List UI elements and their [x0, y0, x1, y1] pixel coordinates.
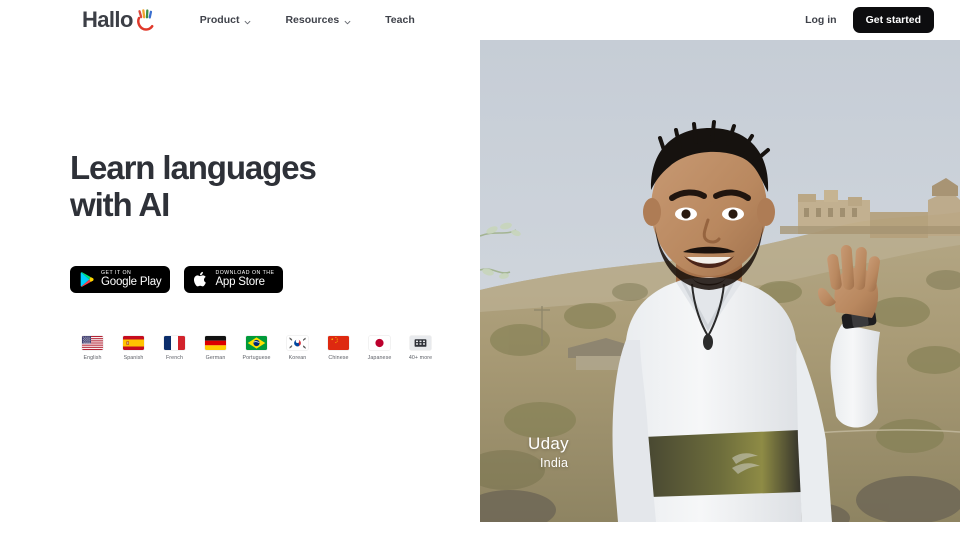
- language-item-korean[interactable]: Korean: [277, 336, 318, 361]
- language-item-chinese[interactable]: Chinese: [318, 336, 359, 361]
- app-store-badge-label: App Store: [215, 276, 265, 289]
- language-label: French: [165, 355, 184, 362]
- language-label: English: [83, 355, 102, 362]
- flag-de-icon: [205, 336, 226, 351]
- top-navigation-bar: Hallo Product Resources Teach Log in Get…: [0, 0, 960, 40]
- brand-logo[interactable]: Hallo: [82, 9, 156, 31]
- page-title: Learn languages with AI: [70, 149, 317, 223]
- google-play-badge-small-label: GET IT ON: [101, 269, 132, 276]
- caption-name: Uday: [528, 433, 569, 453]
- language-label: German: [205, 355, 226, 362]
- language-item-german[interactable]: German: [195, 336, 236, 361]
- language-label: 40+ more: [408, 355, 433, 362]
- nav-item-product[interactable]: Product: [200, 14, 252, 26]
- landing-page: Hallo Product Resources Teach Log in Get…: [0, 0, 960, 540]
- chevron-down-icon: [344, 17, 351, 24]
- nav-item-resources-label: Resources: [285, 14, 340, 26]
- more-languages-icon: [410, 336, 431, 351]
- apple-icon: [193, 271, 209, 288]
- nav-item-teach-label: Teach: [385, 14, 415, 26]
- language-item-english[interactable]: English: [72, 336, 113, 361]
- brand-wordmark: Hallo: [82, 7, 133, 32]
- hero-photo: Uday India: [480, 40, 960, 522]
- language-flags-row: English Spanish French German Portuguese…: [72, 336, 450, 361]
- flag-fr-icon: [164, 336, 185, 351]
- language-item-more[interactable]: 40+ more: [400, 336, 441, 361]
- chevron-down-icon: [244, 17, 251, 24]
- google-play-badge[interactable]: GET IT ON Google Play: [70, 266, 171, 294]
- app-store-badge-small-label: Download on the: [215, 269, 275, 276]
- hero-left-column: Learn languages with AI GET IT ON Google…: [70, 149, 450, 361]
- flag-es-icon: [123, 336, 144, 351]
- flag-jp-icon: [369, 336, 390, 351]
- language-item-japanese[interactable]: Japanese: [359, 336, 400, 361]
- waving-hand-icon: [136, 9, 156, 31]
- language-item-portuguese[interactable]: Portuguese: [236, 336, 277, 361]
- photo-caption: Uday India: [528, 434, 569, 470]
- language-label: Spanish: [123, 355, 144, 362]
- log-in-link[interactable]: Log in: [805, 14, 837, 26]
- nav-item-product-label: Product: [199, 14, 240, 26]
- app-store-badges: GET IT ON Google Play Download on the Ap…: [70, 266, 450, 294]
- language-item-french[interactable]: French: [154, 336, 195, 361]
- app-store-badge[interactable]: Download on the App Store: [184, 266, 284, 294]
- language-item-spanish[interactable]: Spanish: [113, 336, 154, 361]
- flag-us-icon: [82, 336, 103, 351]
- language-label: Korean: [288, 355, 307, 362]
- nav-item-resources[interactable]: Resources: [285, 14, 351, 26]
- caption-country: India: [540, 456, 569, 470]
- flag-cn-icon: [328, 336, 349, 351]
- google-play-badge-label: Google Play: [101, 276, 162, 289]
- nav-item-teach[interactable]: Teach: [385, 14, 415, 26]
- language-label: Chinese: [328, 355, 349, 362]
- flag-br-icon: [246, 336, 267, 351]
- flag-kr-icon: [287, 336, 308, 351]
- language-label: Japanese: [367, 355, 392, 362]
- language-label: Portuguese: [242, 355, 271, 362]
- get-started-button[interactable]: Get started: [852, 7, 934, 33]
- nav-actions: Log in Get started: [805, 7, 934, 33]
- primary-nav-links: Product Resources Teach: [200, 14, 415, 26]
- google-play-icon: [79, 271, 95, 288]
